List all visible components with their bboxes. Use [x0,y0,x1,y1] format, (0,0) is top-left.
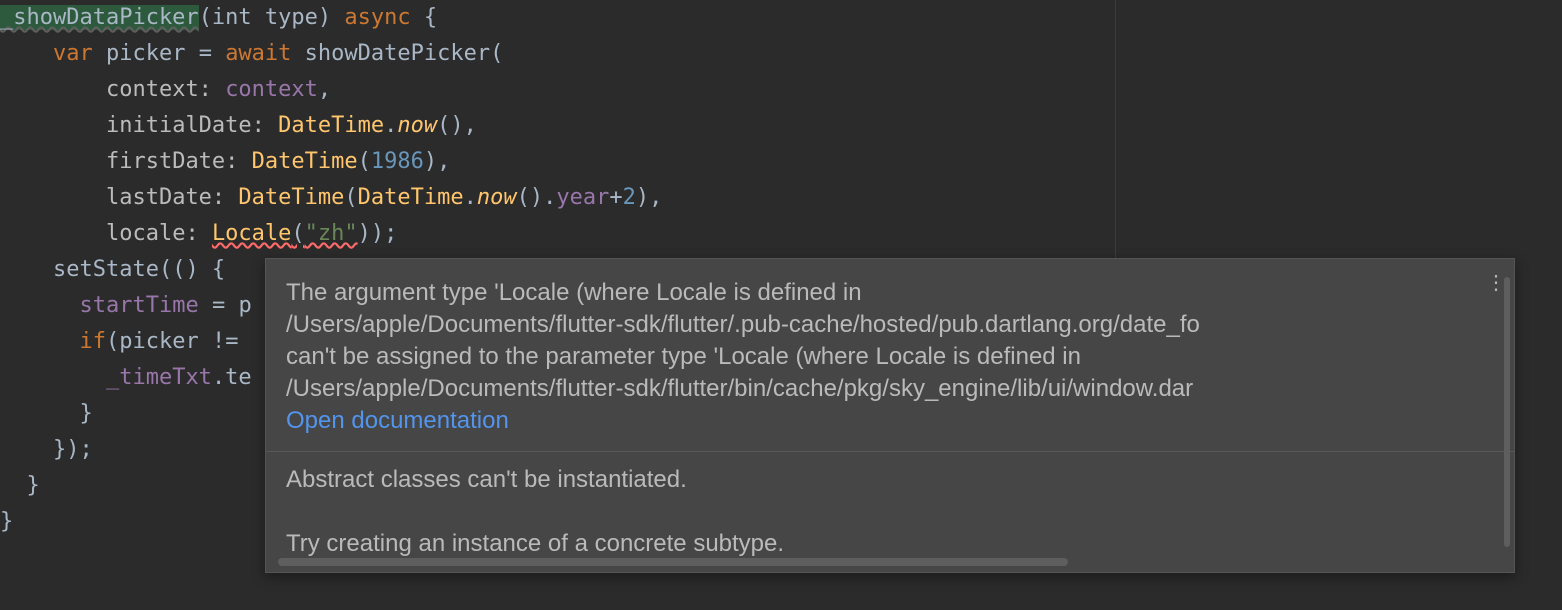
tooltip-line [286,496,1446,528]
error-tooltip: ⋮ The argument type 'Locale (where Local… [265,258,1515,573]
tooltip-line: Try creating an instance of a concrete s… [286,528,1446,560]
tooltip-text: Abstract classes can't be instantiated. … [286,464,1446,560]
tooltip-divider [266,451,1514,452]
vertical-scrollbar[interactable] [1504,277,1510,547]
tooltip-line: The argument type 'Locale (where Locale … [286,277,1446,309]
code-line[interactable]: lastDate: DateTime(DateTime.now().year+2… [0,180,1562,216]
horizontal-scrollbar[interactable] [278,558,1068,566]
function-name: _showDataPicker [0,5,199,30]
code-line[interactable]: firstDate: DateTime(1986), [0,144,1562,180]
tooltip-line: can't be assigned to the parameter type … [286,341,1446,373]
code-line[interactable]: var picker = await showDatePicker( [0,36,1562,72]
tooltip-text: The argument type 'Locale (where Locale … [286,277,1446,437]
code-line[interactable]: initialDate: DateTime.now(), [0,108,1562,144]
tooltip-line: /Users/apple/Documents/flutter-sdk/flutt… [286,373,1446,405]
code-line[interactable]: _showDataPicker(int type) async { [0,0,1562,36]
code-line[interactable]: locale: Locale("zh")); [0,216,1562,252]
tooltip-line: Abstract classes can't be instantiated. [286,464,1446,496]
tooltip-line: /Users/apple/Documents/flutter-sdk/flutt… [286,309,1446,341]
open-documentation-link[interactable]: Open documentation [286,405,1446,437]
code-line[interactable]: context: context, [0,72,1562,108]
editor-ruler [1115,0,1116,260]
